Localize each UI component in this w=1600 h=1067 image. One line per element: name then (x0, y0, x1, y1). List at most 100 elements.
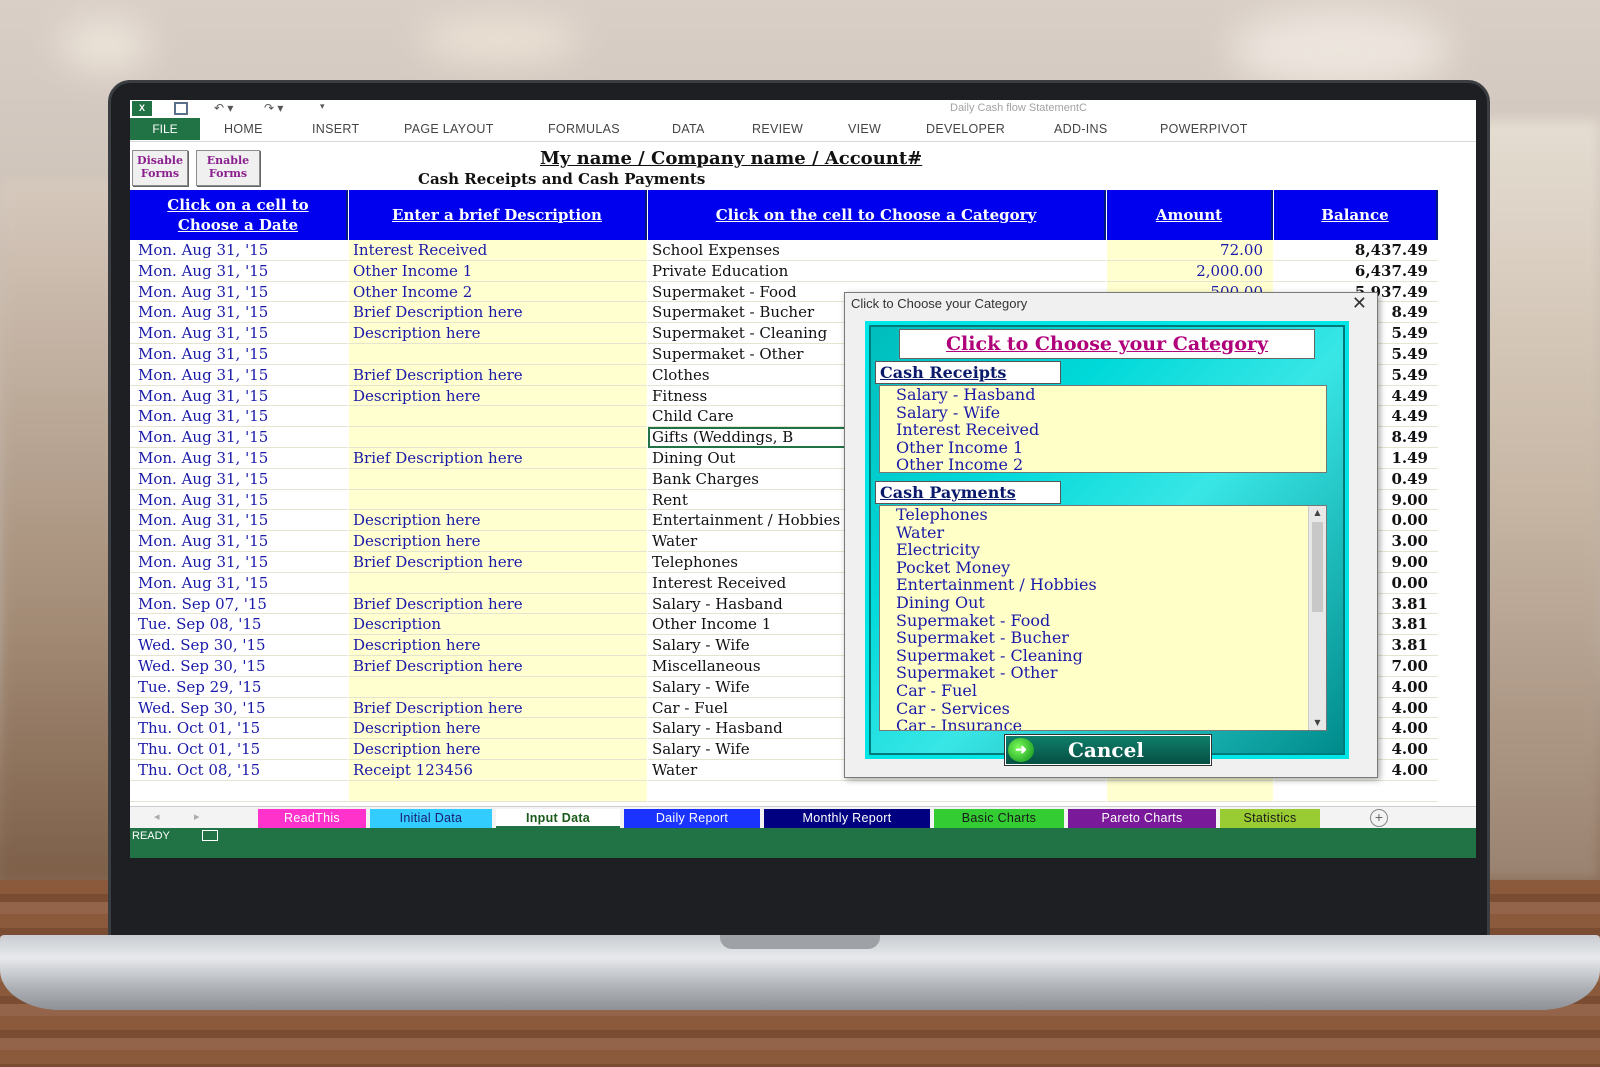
date-cell[interactable]: Wed. Sep 30, '15 (130, 698, 348, 719)
category-cell[interactable]: Private Education (648, 261, 1106, 282)
tab-review[interactable]: REVIEW (752, 122, 803, 136)
sheet-tab[interactable]: Daily Report (624, 809, 760, 828)
description-cell[interactable]: Other Income 1 (349, 260, 647, 282)
date-cell[interactable]: Thu. Oct 01, '15 (130, 718, 348, 740)
description-cell[interactable]: Other Income 2 (349, 281, 647, 303)
date-cell[interactable]: Mon. Sep 07, '15 (130, 594, 348, 615)
header-balance[interactable]: Balance (1274, 190, 1438, 240)
scroll-down-icon[interactable]: ▼ (1309, 716, 1326, 730)
amount-cell[interactable]: 2,000.00 (1107, 260, 1273, 282)
date-cell[interactable]: Mon. Aug 31, '15 (130, 365, 348, 386)
list-item[interactable]: Salary - Hasband (880, 386, 1326, 404)
sheet-tab[interactable]: ReadThis (258, 809, 366, 828)
tab-formulas[interactable]: FORMULAS (548, 122, 620, 136)
list-item[interactable]: Telephones (880, 506, 1326, 524)
undo-icon[interactable]: ↶ ▾ (214, 101, 233, 115)
date-cell[interactable]: Mon. Aug 31, '15 (130, 490, 348, 511)
tab-add-ins[interactable]: ADD-INS (1054, 122, 1108, 136)
sheet-tab[interactable]: Basic Charts (934, 809, 1064, 828)
category-cell[interactable] (648, 781, 1106, 802)
category-cell[interactable]: School Expenses (648, 240, 1106, 261)
date-cell[interactable]: Thu. Oct 01, '15 (130, 739, 348, 760)
scroll-thumb[interactable] (1312, 522, 1323, 612)
sheet-next-icon[interactable]: ▸ (194, 810, 200, 823)
description-cell[interactable] (349, 427, 647, 448)
redo-icon[interactable]: ↷ ▾ (264, 101, 283, 115)
date-cell[interactable]: Mon. Aug 31, '15 (130, 448, 348, 469)
list-item[interactable]: Supermaket - Other (880, 664, 1326, 682)
add-sheet-icon[interactable]: + (1370, 809, 1388, 827)
sheet-prev-icon[interactable]: ◂ (154, 810, 160, 823)
description-cell[interactable]: Brief Description here (349, 551, 647, 573)
save-icon[interactable] (174, 102, 188, 115)
sheet-tab[interactable]: Initial Data (370, 809, 492, 828)
tab-data[interactable]: DATA (672, 122, 705, 136)
date-cell[interactable]: Wed. Sep 30, '15 (130, 635, 348, 656)
sheet-tab[interactable]: Monthly Report (764, 809, 930, 828)
list-item[interactable]: Entertainment / Hobbies (880, 576, 1326, 594)
date-cell[interactable]: Tue. Sep 08, '15 (130, 614, 348, 636)
date-cell[interactable]: Wed. Sep 30, '15 (130, 656, 348, 677)
date-cell[interactable]: Mon. Aug 31, '15 (130, 302, 348, 324)
description-cell[interactable]: Description (349, 614, 647, 636)
list-item[interactable]: Car - Insurance (880, 717, 1326, 730)
cash-payments-list[interactable]: Telephones Water Electricity Pocket Money En… (879, 505, 1327, 731)
description-cell[interactable]: Brief Description here (349, 364, 647, 386)
list-item[interactable]: Other Income 2 (880, 456, 1326, 472)
description-cell[interactable]: Description here (349, 385, 647, 407)
date-cell[interactable] (130, 781, 348, 802)
sheet-tab[interactable]: Statistics (1220, 809, 1320, 828)
customize-qat-icon[interactable]: ▾ (320, 101, 325, 112)
description-cell[interactable] (349, 406, 647, 428)
header-date[interactable]: Click on a cell to Choose a Date (130, 190, 348, 240)
description-cell[interactable] (349, 343, 647, 365)
description-cell[interactable] (349, 489, 647, 511)
description-cell[interactable] (349, 468, 647, 490)
close-icon[interactable]: ✕ (1352, 293, 1367, 314)
description-cell[interactable] (349, 572, 647, 594)
list-item[interactable]: Electricity (880, 541, 1326, 559)
description-cell[interactable]: Brief Description here (349, 697, 647, 719)
date-cell[interactable]: Mon. Aug 31, '15 (130, 510, 348, 532)
description-cell[interactable] (349, 676, 647, 698)
header-amount[interactable]: Amount (1107, 190, 1273, 240)
date-cell[interactable]: Mon. Aug 31, '15 (130, 552, 348, 573)
date-cell[interactable]: Tue. Sep 29, '15 (130, 677, 348, 698)
tab-page-layout[interactable]: PAGE LAYOUT (404, 122, 494, 136)
date-cell[interactable]: Mon. Aug 31, '15 (130, 531, 348, 552)
tab-developer[interactable]: DEVELOPER (926, 122, 1005, 136)
date-cell[interactable]: Mon. Aug 31, '15 (130, 427, 348, 448)
description-cell[interactable]: Description here (349, 718, 647, 740)
tab-home[interactable]: HOME (224, 122, 263, 136)
description-cell[interactable]: Description here (349, 323, 647, 344)
list-item[interactable]: Water (880, 523, 1326, 542)
cancel-button[interactable]: ➜ Cancel (1005, 735, 1211, 765)
list-item[interactable]: Supermaket - Cleaning (880, 647, 1326, 665)
enable-forms-button[interactable]: Enable Forms (196, 150, 260, 186)
list-item[interactable]: Car - Services (880, 699, 1326, 718)
date-cell[interactable]: Mon. Aug 31, '15 (130, 344, 348, 365)
list-item[interactable]: Supermaket - Bucher (880, 629, 1326, 647)
date-cell[interactable]: Mon. Aug 31, '15 (130, 386, 348, 407)
date-cell[interactable]: Thu. Oct 08, '15 (130, 760, 348, 781)
amount-cell[interactable]: 72.00 (1107, 240, 1273, 261)
list-item[interactable]: Pocket Money (880, 559, 1326, 577)
date-cell[interactable]: Mon. Aug 31, '15 (130, 406, 348, 428)
amount-cell[interactable] (1107, 780, 1273, 802)
description-cell[interactable]: Description here (349, 635, 647, 656)
cash-receipts-list[interactable]: Salary - Hasband Salary - Wife Interest Re… (879, 385, 1327, 473)
description-cell[interactable]: Brief Description here (349, 655, 647, 677)
description-cell[interactable]: Description here (349, 531, 647, 552)
disable-forms-button[interactable]: Disable Forms (132, 150, 188, 186)
sheet-tab[interactable]: Input Data (496, 809, 620, 828)
header-description[interactable]: Enter a brief Description (349, 190, 647, 240)
tab-file[interactable]: FILE (130, 118, 200, 140)
description-cell[interactable]: Brief Description here (349, 593, 647, 615)
description-cell[interactable]: Receipt 123456 (349, 759, 647, 781)
date-cell[interactable]: Mon. Aug 31, '15 (130, 261, 348, 282)
date-cell[interactable]: Mon. Aug 31, '15 (130, 240, 348, 261)
list-item[interactable]: Other Income 1 (880, 439, 1326, 457)
tab-insert[interactable]: INSERT (312, 122, 359, 136)
scroll-up-icon[interactable]: ▲ (1309, 506, 1326, 520)
description-cell[interactable]: Brief Description here (349, 302, 647, 324)
